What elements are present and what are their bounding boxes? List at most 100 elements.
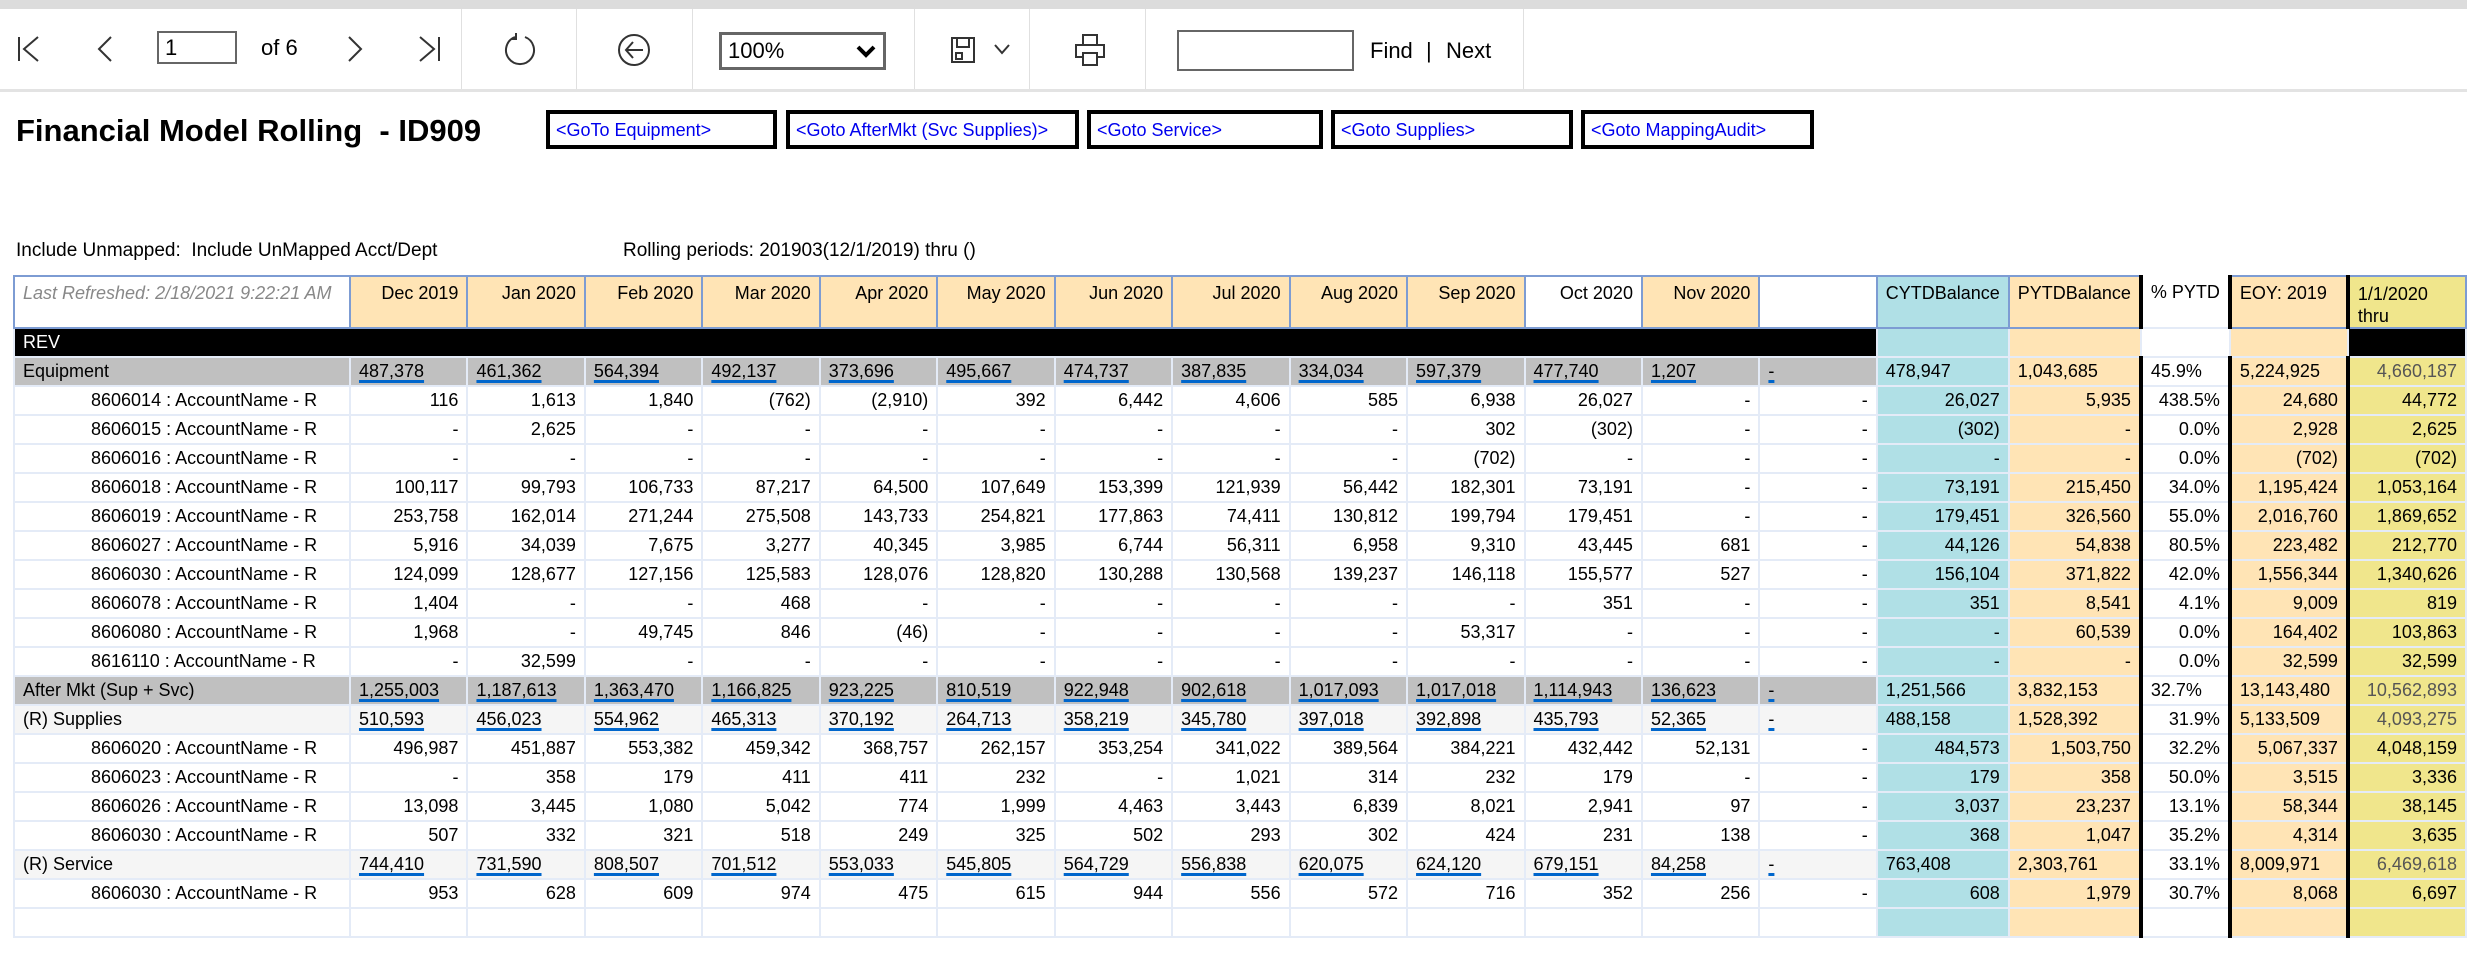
- drilldown-link[interactable]: 554,962: [594, 709, 659, 729]
- find-input[interactable]: [1177, 30, 1354, 71]
- account-row: 8606030 : AccountName - R 507 332 321 518 249…: [13, 820, 2467, 851]
- drilldown-link[interactable]: 564,729: [1064, 854, 1129, 874]
- month-value-cell: 456,023: [466, 704, 586, 735]
- goto-supplies-link[interactable]: <Goto Supplies>: [1331, 110, 1573, 149]
- drilldown-link[interactable]: 564,394: [594, 361, 659, 381]
- drilldown-link[interactable]: 545,805: [946, 854, 1011, 874]
- month-value: 302: [1406, 414, 1526, 445]
- row-label: 8606030 : AccountName - R: [13, 559, 351, 590]
- month-value-cell: 52,365: [1640, 704, 1761, 735]
- drilldown-link[interactable]: -: [1768, 361, 1774, 381]
- drilldown-link[interactable]: 435,793: [1534, 709, 1599, 729]
- drilldown-link[interactable]: 1,114,943: [1534, 680, 1613, 700]
- drilldown-link[interactable]: 556,838: [1181, 854, 1246, 874]
- month-value: -: [1640, 414, 1761, 445]
- drilldown-link[interactable]: 620,075: [1299, 854, 1364, 874]
- drilldown-link[interactable]: 810,519: [946, 680, 1011, 700]
- save-icon[interactable]: [946, 31, 980, 69]
- drilldown-link[interactable]: 553,033: [829, 854, 894, 874]
- drilldown-link[interactable]: 1,017,018: [1416, 680, 1496, 700]
- month-value-cell: 731,590: [466, 849, 586, 880]
- drilldown-link[interactable]: 487,378: [359, 361, 424, 381]
- last-page-icon[interactable]: [412, 29, 446, 69]
- drilldown-link[interactable]: 456,023: [476, 709, 541, 729]
- month-value: 518: [701, 820, 821, 851]
- toolbar-divider: [461, 9, 462, 89]
- thru-value: 1,053,164: [2345, 472, 2467, 503]
- drilldown-link[interactable]: 1,166,825: [711, 680, 791, 700]
- drilldown-link[interactable]: 474,737: [1064, 361, 1129, 381]
- next-page-icon[interactable]: [340, 29, 370, 69]
- cytd-value: 351: [1875, 588, 2010, 619]
- previous-page-icon[interactable]: [90, 29, 120, 69]
- first-page-icon[interactable]: [12, 29, 46, 69]
- account-row: 8606018 : AccountName - R 100,117 99,793 10…: [13, 472, 2467, 503]
- find-next-button[interactable]: Next: [1446, 38, 1491, 64]
- drilldown-link[interactable]: 808,507: [594, 854, 659, 874]
- export-chevron-down-icon[interactable]: [990, 37, 1014, 61]
- drilldown-link[interactable]: 495,667: [946, 361, 1011, 381]
- drilldown-link[interactable]: 510,593: [359, 709, 424, 729]
- month-value: -: [1171, 443, 1291, 474]
- month-value: [583, 907, 704, 938]
- pytd-value: 2,303,761: [2007, 849, 2142, 880]
- drilldown-link[interactable]: 397,018: [1299, 709, 1364, 729]
- month-value: 341,022: [1171, 733, 1291, 764]
- drilldown-link[interactable]: 136,623: [1651, 680, 1716, 700]
- drilldown-link[interactable]: 477,740: [1534, 361, 1599, 381]
- goto-mappingaudit-link[interactable]: <Goto MappingAudit>: [1581, 110, 1814, 149]
- month-value: 125,583: [701, 559, 821, 590]
- print-icon[interactable]: [1072, 29, 1108, 71]
- drilldown-link[interactable]: 358,219: [1064, 709, 1129, 729]
- drilldown-link[interactable]: 902,618: [1181, 680, 1246, 700]
- drilldown-link[interactable]: 923,225: [829, 680, 894, 700]
- drilldown-link[interactable]: 597,379: [1416, 361, 1481, 381]
- drilldown-link[interactable]: -: [1768, 854, 1774, 874]
- drilldown-link[interactable]: 1,207: [1651, 361, 1696, 381]
- goto-equipment-link[interactable]: <GoTo Equipment>: [546, 110, 777, 149]
- thru-value: 1,340,626: [2345, 559, 2467, 590]
- month-value-cell: 624,120: [1406, 849, 1526, 880]
- cytd-value: (302): [1875, 414, 2010, 445]
- drilldown-link[interactable]: 84,258: [1651, 854, 1706, 874]
- cytd-value: 484,573: [1875, 733, 2010, 764]
- drilldown-link[interactable]: 701,512: [711, 854, 776, 874]
- drilldown-link[interactable]: 334,034: [1299, 361, 1364, 381]
- drilldown-link[interactable]: 492,137: [711, 361, 776, 381]
- drilldown-link[interactable]: 345,780: [1181, 709, 1246, 729]
- drilldown-link[interactable]: -: [1768, 709, 1774, 729]
- drilldown-link[interactable]: 1,255,003: [359, 680, 439, 700]
- drilldown-link[interactable]: 624,120: [1416, 854, 1481, 874]
- goto-aftermkt-link[interactable]: <Goto AfterMkt (Svc Supplies)>: [786, 110, 1079, 149]
- drilldown-link[interactable]: 679,151: [1534, 854, 1599, 874]
- column-header-month: Apr 2020: [818, 275, 939, 329]
- month-value-cell: 564,729: [1053, 849, 1174, 880]
- drilldown-link[interactable]: 387,835: [1181, 361, 1246, 381]
- zoom-select[interactable]: 100%: [719, 32, 886, 70]
- drilldown-link[interactable]: 1,187,613: [476, 680, 556, 700]
- drilldown-link[interactable]: 1,363,470: [594, 680, 674, 700]
- pytd-value: 326,560: [2007, 501, 2142, 532]
- drilldown-link[interactable]: 52,365: [1651, 709, 1706, 729]
- back-icon[interactable]: [614, 29, 654, 71]
- drilldown-link[interactable]: 370,192: [829, 709, 894, 729]
- drilldown-link[interactable]: 1,017,093: [1299, 680, 1379, 700]
- drilldown-link[interactable]: 731,590: [476, 854, 541, 874]
- drilldown-link[interactable]: 465,313: [711, 709, 776, 729]
- month-value-cell: 465,313: [701, 704, 821, 735]
- refresh-icon[interactable]: [500, 29, 540, 71]
- account-row: 8606080 : AccountName - R 1,968-49,745 846…: [13, 617, 2467, 648]
- find-button[interactable]: Find: [1370, 38, 1413, 64]
- drilldown-link[interactable]: -: [1768, 680, 1774, 700]
- header-row: Last Refreshed: 2/18/2021 9:22:21 AM Dec …: [13, 275, 2467, 329]
- drilldown-link[interactable]: 744,410: [359, 854, 424, 874]
- month-value: 49,745: [583, 617, 704, 648]
- page-number-input[interactable]: [157, 31, 237, 64]
- drilldown-link[interactable]: 264,713: [946, 709, 1011, 729]
- drilldown-link[interactable]: 373,696: [829, 361, 894, 381]
- drilldown-link[interactable]: 461,362: [476, 361, 541, 381]
- goto-service-link[interactable]: <Goto Service>: [1087, 110, 1323, 149]
- drilldown-link[interactable]: 922,948: [1064, 680, 1129, 700]
- drilldown-link[interactable]: 392,898: [1416, 709, 1481, 729]
- month-value: [466, 907, 586, 938]
